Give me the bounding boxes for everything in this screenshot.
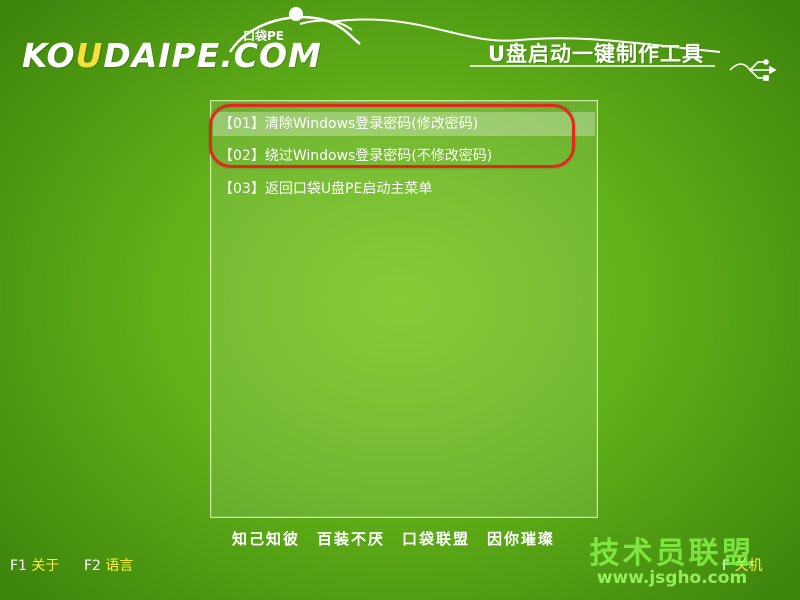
menu-item-bypass-password[interactable]: 【02】绕过Windows登录密码(不修改密码) xyxy=(213,144,595,168)
watermark-url: www.jsgho.com xyxy=(596,568,748,588)
logo-rest-text: DAIPE.COM xyxy=(103,36,322,75)
usb-icon xyxy=(729,59,777,81)
watermark-title: 技术员联盟 xyxy=(589,536,755,571)
f1-about-key[interactable]: F1 关于 xyxy=(10,555,59,575)
f2-key-label: F2 xyxy=(84,558,101,574)
f2-language-key[interactable]: F2 语言 xyxy=(84,555,133,575)
logo-main-text: KO xyxy=(22,36,76,75)
watermark: 技术员联盟 www.jsgho.com xyxy=(572,528,772,588)
f1-action-label: 关于 xyxy=(31,558,60,574)
menu-item-clear-password[interactable]: 【01】清除Windows登录密码(修改密码) xyxy=(213,112,595,136)
boot-menu-panel: 【01】清除Windows登录密码(修改密码) 【02】绕过Windows登录密… xyxy=(210,100,598,518)
slogan: 知己知彼 百装不厌 口袋联盟 因你璀璨 xyxy=(232,530,556,548)
logo-accent-letter: U xyxy=(75,36,104,75)
f2-action-label: 语言 xyxy=(105,558,134,574)
app-title: U盘启动一键制作工具 xyxy=(488,42,705,66)
menu-item-return-main-menu[interactable]: 【03】返回口袋U盘PE启动主菜单 xyxy=(213,177,595,201)
f1-key-label: F1 xyxy=(10,558,27,574)
logo-badge: 口袋PE xyxy=(243,29,284,43)
header: KOUDAIPE.COM 口袋PE U盘启动一键制作工具 xyxy=(0,0,800,95)
